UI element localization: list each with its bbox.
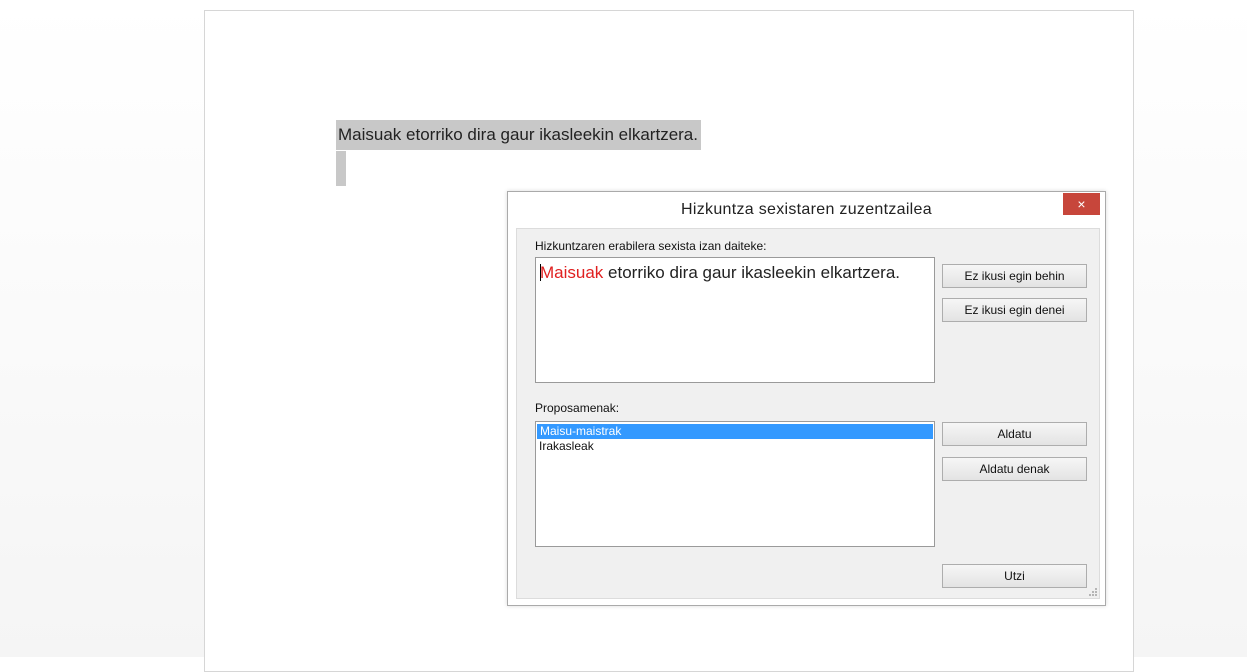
sexist-language-dialog: Hizkuntza sexistaren zuzentzailea × Hizk… [507, 191, 1106, 606]
sentence-rest: etorriko dira gaur ikasleekin elkartzera… [603, 263, 900, 282]
sentence-textbox[interactable]: Maisuak etorriko dira gaur ikasleekin el… [535, 257, 935, 383]
close-icon: × [1077, 196, 1086, 212]
list-item[interactable]: Maisu-maistrak [537, 424, 933, 439]
sentence-content: Maisuak etorriko dira gaur ikasleekin el… [540, 263, 900, 283]
ignore-all-button[interactable]: Ez ikusi egin denei [942, 298, 1087, 322]
ignore-once-button[interactable]: Ez ikusi egin behin [942, 264, 1087, 288]
cancel-button[interactable]: Utzi [942, 564, 1087, 588]
change-all-button[interactable]: Aldatu denak [942, 457, 1087, 481]
flagged-word[interactable]: Maisuak [540, 263, 603, 282]
suggestions-label: Proposamenak: [535, 401, 620, 415]
dialog-titlebar[interactable]: Hizkuntza sexistaren zuzentzailea × [508, 192, 1105, 228]
list-item[interactable]: Irakasleak [536, 439, 934, 454]
sentence-label: Hizkuntzaren erabilera sexista izan dait… [535, 239, 767, 253]
document-paragraph-mark [336, 151, 346, 186]
document-selected-sentence[interactable]: Maisuak etorriko dira gaur ikasleekin el… [336, 120, 701, 150]
suggestions-listbox[interactable]: Maisu-maistrak Irakasleak [535, 421, 935, 547]
resize-grip-icon[interactable] [1089, 588, 1097, 596]
close-button[interactable]: × [1063, 193, 1100, 215]
dialog-title: Hizkuntza sexistaren zuzentzailea [681, 201, 932, 218]
change-button[interactable]: Aldatu [942, 422, 1087, 446]
dialog-body: Hizkuntzaren erabilera sexista izan dait… [516, 228, 1100, 599]
